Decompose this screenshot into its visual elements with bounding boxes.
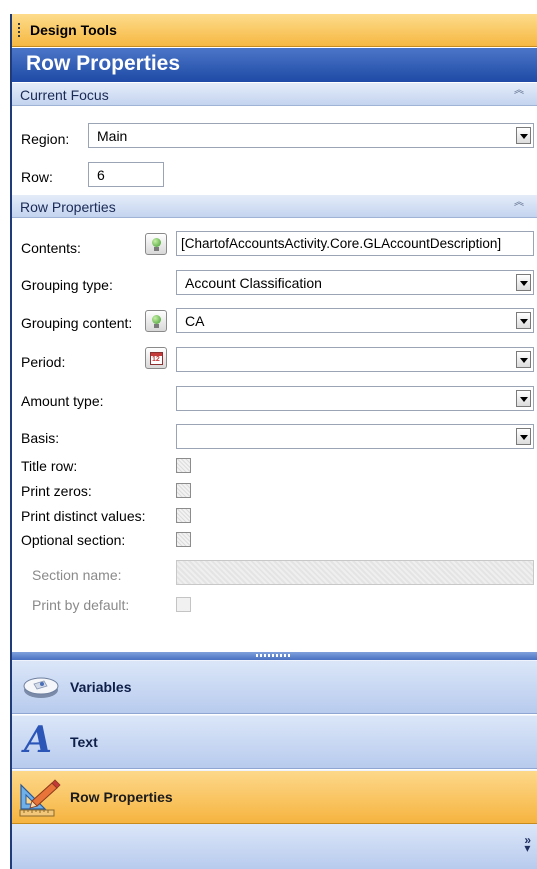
lightbulb-base bbox=[154, 247, 159, 251]
title-row-checkbox[interactable] bbox=[176, 458, 191, 473]
region-label: Region: bbox=[21, 131, 70, 147]
grouping-content-expression-button[interactable] bbox=[145, 310, 167, 332]
letter-a-icon: A bbox=[24, 719, 52, 761]
period-label: Period: bbox=[21, 354, 66, 370]
nav-label-row-properties: Row Properties bbox=[70, 789, 173, 805]
grouping-content-label: Grouping content: bbox=[21, 315, 133, 331]
drag-grip-icon[interactable] bbox=[18, 23, 20, 39]
optional-section-label: Optional section: bbox=[21, 532, 126, 548]
print-by-default-checkbox[interactable] bbox=[176, 597, 191, 612]
section-header-row-properties[interactable]: Row Properties ︽ bbox=[12, 194, 537, 218]
calendar-icon: 12 bbox=[150, 352, 163, 365]
section-name-input[interactable] bbox=[176, 560, 534, 585]
section-name-label: Section name: bbox=[32, 567, 122, 583]
nav-label-text: Text bbox=[70, 734, 98, 750]
section-header-current-focus[interactable]: Current Focus ︽ bbox=[12, 82, 537, 106]
nav-button-row-properties[interactable]: Row Properties bbox=[12, 770, 537, 824]
basis-select[interactable] bbox=[176, 424, 534, 449]
amount-type-select[interactable] bbox=[176, 386, 534, 411]
nav-button-text[interactable]: A Text bbox=[12, 715, 537, 769]
optional-section-checkbox[interactable] bbox=[176, 532, 191, 547]
lightbulb-base bbox=[154, 324, 159, 328]
design-tools-header[interactable]: Design Tools bbox=[12, 14, 537, 47]
dropdown-arrow-icon[interactable] bbox=[516, 312, 531, 329]
nav-overflow-strip: » ▾ bbox=[12, 824, 537, 869]
print-zeros-checkbox[interactable] bbox=[176, 483, 191, 498]
print-distinct-values-label: Print distinct values: bbox=[21, 508, 146, 524]
dropdown-arrow-icon[interactable] bbox=[516, 274, 531, 291]
calendar-icon-day: 12 bbox=[152, 356, 160, 363]
dropdown-arrow-icon[interactable] bbox=[516, 351, 531, 368]
panel-splitter[interactable] bbox=[12, 652, 537, 660]
chevron-double-down-icon[interactable]: » ▾ bbox=[524, 834, 531, 854]
amount-type-label: Amount type: bbox=[21, 393, 104, 409]
grouping-content-value: CA bbox=[185, 313, 205, 329]
nav-button-variables[interactable]: Variables bbox=[12, 660, 537, 714]
grouping-type-value: Account Classification bbox=[185, 275, 322, 291]
contents-expression-button[interactable] bbox=[145, 233, 167, 255]
section-title: Row Properties bbox=[20, 199, 116, 215]
design-tools-title: Design Tools bbox=[30, 22, 117, 38]
pencil-ruler-icon bbox=[19, 779, 61, 817]
lightbulb-icon bbox=[152, 238, 161, 247]
dropdown-arrow-icon[interactable] bbox=[516, 390, 531, 407]
contents-value: [ChartofAccountsActivity.Core.GLAccountD… bbox=[181, 236, 502, 251]
page-title-bar: Row Properties bbox=[12, 48, 537, 82]
region-value: Main bbox=[97, 128, 128, 144]
period-calendar-button[interactable]: 12 bbox=[145, 347, 167, 369]
section-title: Current Focus bbox=[20, 87, 109, 103]
splitter-grip-icon[interactable] bbox=[256, 654, 292, 657]
basis-label: Basis: bbox=[21, 430, 60, 446]
collapse-chevron-icon[interactable]: ︽ bbox=[513, 198, 525, 212]
title-row-label: Title row: bbox=[21, 458, 78, 474]
row-input[interactable]: 6 bbox=[88, 162, 164, 187]
contents-input[interactable]: [ChartofAccountsActivity.Core.GLAccountD… bbox=[176, 231, 534, 256]
print-distinct-values-checkbox[interactable] bbox=[176, 508, 191, 523]
page-title: Row Properties bbox=[26, 52, 181, 75]
grouping-type-label: Grouping type: bbox=[21, 277, 113, 293]
lightbulb-icon bbox=[152, 315, 161, 324]
row-label: Row: bbox=[21, 169, 53, 185]
row-value: 6 bbox=[97, 167, 105, 183]
grouping-type-select[interactable]: Account Classification bbox=[176, 270, 534, 295]
dropdown-arrow-icon[interactable] bbox=[516, 127, 531, 144]
contents-label: Contents: bbox=[21, 240, 81, 256]
period-select[interactable] bbox=[176, 347, 534, 372]
print-by-default-label: Print by default: bbox=[32, 597, 130, 613]
nav-label-variables: Variables bbox=[70, 679, 132, 695]
dropdown-arrow-icon[interactable] bbox=[516, 428, 531, 445]
grouping-content-select[interactable]: CA bbox=[176, 308, 534, 333]
design-tools-panel: Design Tools Row Properties Current Focu… bbox=[12, 14, 537, 869]
keyboard-key-icon bbox=[23, 677, 59, 698]
region-select[interactable]: Main bbox=[88, 123, 534, 148]
print-zeros-label: Print zeros: bbox=[21, 483, 92, 499]
collapse-chevron-icon[interactable]: ︽ bbox=[513, 86, 525, 100]
